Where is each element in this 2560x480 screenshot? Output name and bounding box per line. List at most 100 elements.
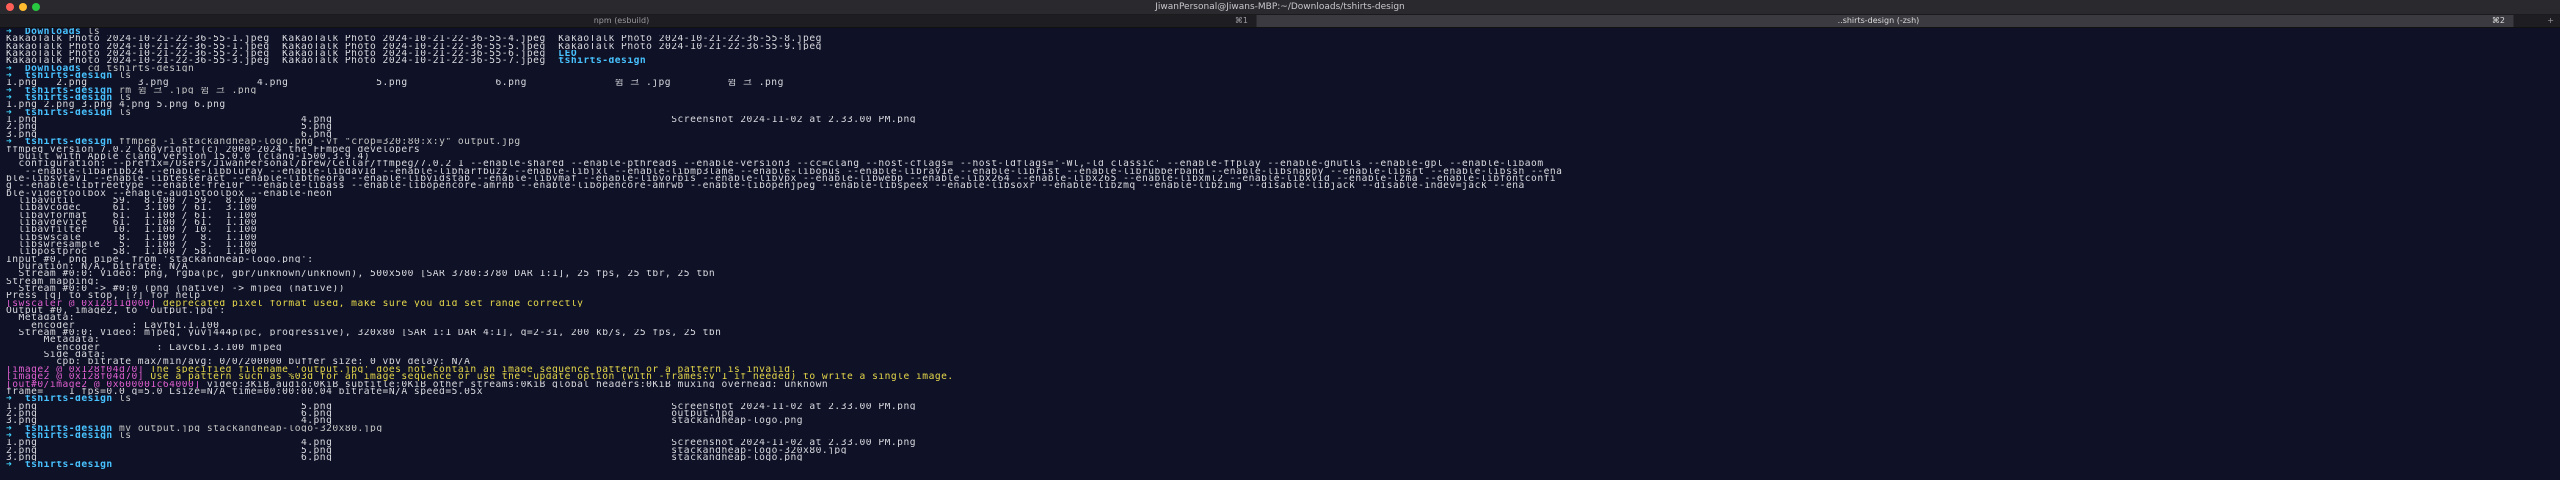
line-text: 1.png 5.png Screenshot 2024-11-02 at 2.3… bbox=[6, 402, 917, 410]
terminal-line: cpb: bitrate max/min/avg: 0/0/200000 buf… bbox=[6, 358, 2560, 365]
line-text: encoder : Lavc61.3.100 mjpeg bbox=[6, 343, 283, 352]
warning-text: deprecated pixel format used, make sure … bbox=[162, 299, 584, 308]
terminal-line: 3.png 6.png stackandheap-logo.png bbox=[6, 454, 2560, 461]
terminal-line: Stream #0:0: Video: mjpeg, yuvj444p(pc, … bbox=[6, 329, 2560, 336]
line-text: built with Apple clang version 15.0.0 (c… bbox=[6, 152, 371, 161]
terminal-line: Input #0, png_pipe, from 'stackandheap-l… bbox=[6, 256, 2560, 263]
terminal-line: frame= 1 fps=0.0 q=5.0 Lsize=N/A time=00… bbox=[6, 388, 2560, 395]
line-text: 1.png 2.png 3.png 4.png 5.png 6.png 쉼 크 … bbox=[6, 79, 784, 87]
terminal-line: g --enable-libfreetype --enable-frei0r -… bbox=[6, 182, 2560, 189]
terminal-line: ➜ tshirts-design ls bbox=[6, 395, 2560, 402]
line-text: Stream #0:0: Video: png, rgba(pc, gbr/un… bbox=[6, 270, 716, 278]
line-text: Input #0, png_pipe, from 'stackandheap-l… bbox=[6, 255, 314, 263]
terminal-line: 1.png 4.png Screenshot 2024-11-02 at 2.3… bbox=[6, 439, 2560, 446]
terminal-line: Metadata: bbox=[6, 336, 2560, 343]
tab-tshirts-design[interactable]: ..shirts-design (-zsh) ⌘2 bbox=[1257, 15, 2514, 27]
terminal-line: ➜ tshirts-design ls bbox=[6, 72, 2560, 79]
command-text: ls bbox=[119, 72, 132, 80]
command-text: cd tshirts-design bbox=[87, 64, 195, 73]
line-text: 1.png 4.png Screenshot 2024-11-02 at 2.3… bbox=[6, 439, 917, 447]
line-text: g --enable-libfreetype --enable-frei0r -… bbox=[6, 182, 1525, 190]
prompt-arrow-icon: ➜ bbox=[6, 86, 13, 95]
prompt-arrow-icon: ➜ bbox=[6, 108, 13, 117]
line-text: --enable-libaribb24 --enable-libbluray -… bbox=[6, 167, 1563, 175]
terminal-line: Stream #0:0: Video: png, rgba(pc, gbr/un… bbox=[6, 270, 2560, 277]
command-text: ls bbox=[119, 395, 132, 403]
log-source: [swscaler @ 0x12811d000] bbox=[6, 299, 163, 308]
terminal-line: libavformat 61. 1.100 / 61. 1.100 bbox=[6, 212, 2560, 219]
terminal-line: Metadata: bbox=[6, 314, 2560, 321]
terminal-line: ble-videotoolbox --enable-audiotoolbox -… bbox=[6, 190, 2560, 197]
line-text: 1.png 2.png 3.png 4.png 5.png 6.png bbox=[6, 101, 226, 109]
new-tab-button[interactable]: + bbox=[2514, 15, 2560, 27]
line-text: Side data: bbox=[6, 351, 107, 359]
prompt-arrow-icon: ➜ bbox=[6, 72, 13, 80]
command-text: ls bbox=[119, 431, 132, 440]
terminal-line: --enable-libaribb24 --enable-libbluray -… bbox=[6, 168, 2560, 175]
prompt-arrow-icon: ➜ bbox=[6, 138, 13, 146]
terminal-line: encoder : Lavc61.3.100 mjpeg bbox=[6, 344, 2560, 351]
line-text: KakaoTalk_Photo_2024-10-21-22-36-55-3.jp… bbox=[6, 57, 559, 65]
command-text: ls bbox=[87, 28, 101, 36]
line-text: Output #0, image2, to 'output.jpg': bbox=[6, 307, 226, 315]
line-text: libavformat 61. 1.100 / 61. 1.100 bbox=[6, 211, 258, 219]
line-text: Stream #0:0 -> #0:0 (png (native) -> mjp… bbox=[6, 285, 345, 293]
terminal-line: ➜ tshirts-design mv output.jpg stackandh… bbox=[6, 425, 2560, 432]
terminal-line: ble-libsvtav1 --enable-libtesseract --en… bbox=[6, 175, 2560, 182]
command-text: ls bbox=[119, 108, 132, 117]
terminal-output[interactable]: ➜ Downloads ls KakaoTalk_Photo_2024-10-21… bbox=[0, 28, 2560, 469]
prompt-arrow-icon: ➜ bbox=[6, 64, 13, 73]
tab-npm-esbuild[interactable]: npm (esbuild) ⌘1 bbox=[0, 15, 1257, 27]
line-text: KakaoTalk_Photo_2024-10-21-22-36-55-2.jp… bbox=[6, 50, 559, 58]
terminal-line: Side data: bbox=[6, 351, 2560, 358]
terminal-line: encoder : Lavf61.1.100 bbox=[6, 322, 2560, 329]
prompt-arrow-icon: ➜ bbox=[6, 395, 13, 403]
terminal-line: KakaoTalk_Photo_2024-10-21-22-36-55-2.jp… bbox=[6, 50, 2560, 57]
line-text: video:3KiB audio:0KiB subtitle:0KiB othe… bbox=[206, 380, 829, 388]
line-text: 2.png 5.png bbox=[6, 123, 333, 131]
terminal-line: libavfilter 10. 1.100 / 10. 1.100 bbox=[6, 226, 2560, 233]
terminal-line: [swscaler @ 0x12811d000] deprecated pixe… bbox=[6, 300, 2560, 307]
line-text: 3.png 6.png stackandheap-logo.png bbox=[6, 453, 804, 462]
line-text: KakaoTalk_Photo_2024-10-21-22-36-55-1.jp… bbox=[6, 35, 822, 43]
terminal-line: 1.png 4.png Screenshot 2024-11-02 at 2.3… bbox=[6, 116, 2560, 123]
terminal-line: ➜ tshirts-design ls bbox=[6, 94, 2560, 101]
line-text: 1.png 4.png Screenshot 2024-11-02 at 2.3… bbox=[6, 116, 917, 124]
line-text: KakaoTalk_Photo_2024-10-21-22-36-55-1.jp… bbox=[6, 42, 822, 51]
terminal-line: KakaoTalk_Photo_2024-10-21-22-36-55-1.jp… bbox=[6, 35, 2560, 42]
terminal-line: 3.png 6.png bbox=[6, 131, 2560, 138]
terminal-line: Stream #0:0 -> #0:0 (png (native) -> mjp… bbox=[6, 285, 2560, 292]
line-text: 2.png 6.png output.jpg bbox=[6, 409, 735, 418]
prompt-arrow-icon: ➜ bbox=[6, 94, 13, 102]
line-text: ffmpeg version 7.0.2 Copyright (c) 2000-… bbox=[6, 145, 421, 153]
terminal-line: 1.png 2.png 3.png 4.png 5.png 6.png 쉼 크 … bbox=[6, 79, 2560, 86]
prompt-directory: tshirts-design bbox=[24, 424, 113, 432]
line-text: ble-videotoolbox --enable-audiotoolbox -… bbox=[6, 189, 333, 197]
prompt-arrow-icon: ➜ bbox=[6, 431, 13, 440]
terminal-line: ➜ tshirts-design ls bbox=[6, 109, 2560, 116]
terminal-line: libpostproc 58. 1.100 / 58. 1.100 bbox=[6, 248, 2560, 255]
log-source: [image2 @ 0x128f04d70] bbox=[6, 365, 151, 374]
terminal-line: [image2 @ 0x128f04d70] The specified fil… bbox=[6, 366, 2560, 373]
terminal-line: libavutil 59. 8.100 / 59. 8.100 bbox=[6, 197, 2560, 204]
tab-bar: npm (esbuild) ⌘1 ..shirts-design (-zsh) … bbox=[0, 15, 2560, 28]
prompt-directory: Downloads bbox=[24, 28, 82, 36]
terminal-line: 3.png 4.png stackandheap-logo.png bbox=[6, 417, 2560, 424]
terminal-line: 2.png 5.png stackandheap-logo-320x80.jpg bbox=[6, 447, 2560, 454]
line-text: libavcodec 61. 3.100 / 61. 3.100 bbox=[6, 204, 258, 212]
terminal-line: 2.png 5.png bbox=[6, 123, 2560, 130]
prompt-directory: tshirts-design bbox=[24, 431, 113, 440]
tab-shortcut: ⌘2 bbox=[2491, 16, 2505, 25]
prompt-directory: tshirts-design bbox=[24, 72, 113, 80]
terminal-line: built with Apple clang version 15.0.0 (c… bbox=[6, 153, 2560, 160]
tab-shortcut: ⌘1 bbox=[1234, 16, 1248, 25]
warning-text: The specified filename 'output.jpg' does… bbox=[150, 365, 797, 374]
terminal-line: ➜ tshirts-design ffmpeg -i stackandheap-… bbox=[6, 138, 2560, 145]
terminal-line: libswscale 8. 1.100 / 8. 1.100 bbox=[6, 234, 2560, 241]
line-text: libswscale 8. 1.100 / 8. 1.100 bbox=[6, 233, 258, 241]
line-text: Metadata: bbox=[6, 336, 101, 344]
plus-icon: + bbox=[2547, 16, 2554, 25]
prompt-directory: tshirts-design bbox=[24, 395, 113, 403]
terminal-line: ➜ Downloads ls bbox=[6, 28, 2560, 35]
line-text: 2.png 5.png stackandheap-logo-320x80.jpg bbox=[6, 446, 847, 454]
